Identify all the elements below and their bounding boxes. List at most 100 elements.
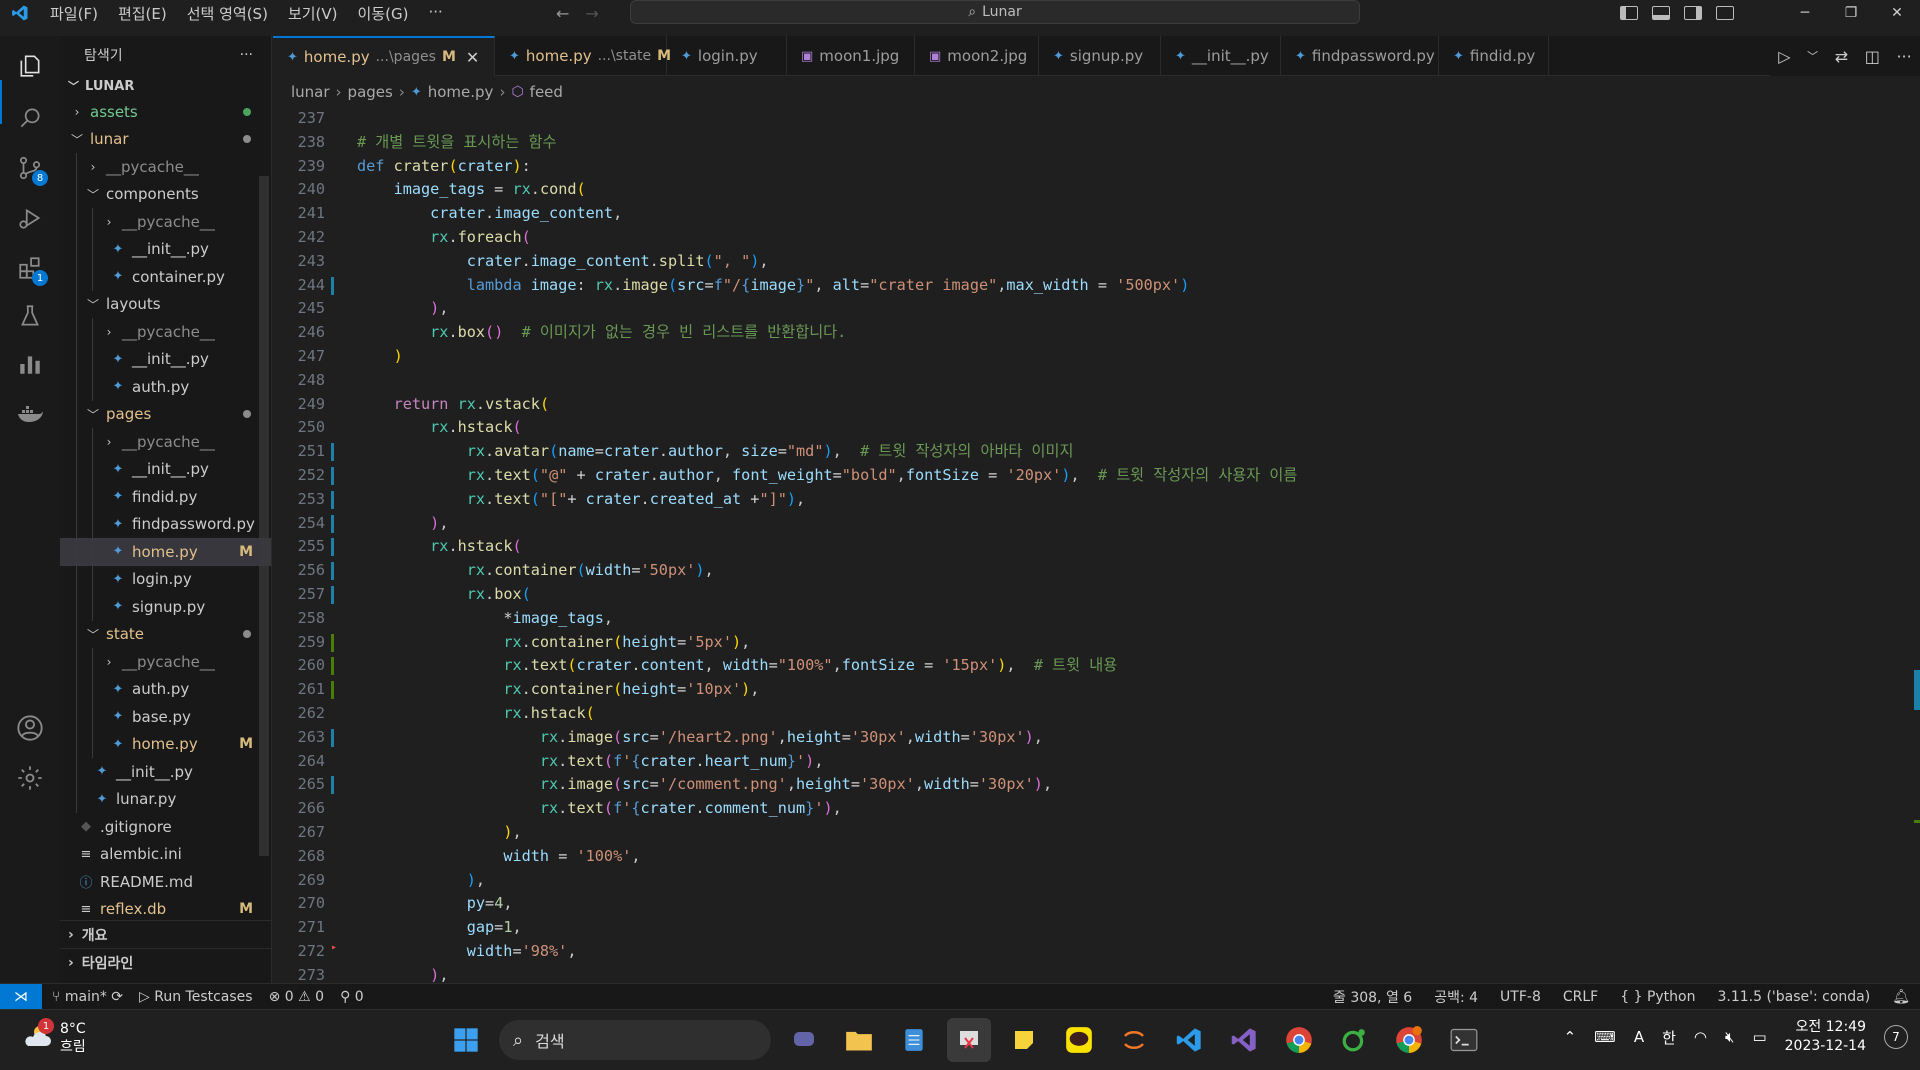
- notification-count[interactable]: 7: [1884, 1025, 1908, 1049]
- remote-indicator-icon[interactable]: ⋊: [0, 983, 42, 1010]
- menu-item[interactable]: 파일(F): [40, 3, 108, 24]
- tree-folder[interactable]: ﹀ lunar: [60, 126, 271, 154]
- tree-file[interactable]: ✦ signup.py: [60, 593, 271, 621]
- search-icon[interactable]: [14, 102, 46, 134]
- visual-studio-icon[interactable]: [1222, 1018, 1266, 1062]
- tree-folder[interactable]: › __pycache__: [60, 208, 271, 236]
- chevron-up-icon[interactable]: ⌃: [1564, 1028, 1577, 1046]
- file-explorer-icon[interactable]: [837, 1018, 881, 1062]
- outline-section[interactable]: › 개요: [60, 920, 271, 948]
- tree-file[interactable]: ✦ home.py M: [60, 730, 271, 758]
- tree-folder[interactable]: › assets: [60, 98, 271, 126]
- encoding[interactable]: UTF-8: [1500, 989, 1541, 1005]
- compare-changes-icon[interactable]: ⇄: [1835, 47, 1848, 66]
- menu-item[interactable]: 보기(V): [278, 3, 348, 24]
- tree-folder[interactable]: › __pycache__: [60, 153, 271, 181]
- menu-item[interactable]: ···: [418, 3, 452, 24]
- more-actions-icon[interactable]: ···: [240, 47, 253, 63]
- tree-file[interactable]: ≡ reflex.db M: [60, 896, 271, 924]
- tree-file[interactable]: ✦ __init__.py: [60, 455, 271, 483]
- chat-icon[interactable]: [782, 1018, 826, 1062]
- keyboard-icon[interactable]: ⌨: [1594, 1028, 1616, 1046]
- snipping-tool-icon[interactable]: [947, 1018, 991, 1062]
- back-arrow-icon[interactable]: ←: [556, 4, 569, 23]
- tree-folder[interactable]: › __pycache__: [60, 428, 271, 456]
- ports-status[interactable]: ⚲ 0: [340, 989, 364, 1005]
- taskbar-search[interactable]: ⌕ 검색: [499, 1020, 771, 1060]
- language-mode[interactable]: { } Python: [1620, 989, 1695, 1005]
- more-actions-icon[interactable]: ···: [1896, 47, 1911, 66]
- tree-file[interactable]: ✦ container.py: [60, 263, 271, 291]
- breadcrumb-item[interactable]: pages: [348, 83, 393, 101]
- explorer-icon[interactable]: [14, 50, 46, 82]
- app-green-icon[interactable]: [1332, 1018, 1376, 1062]
- menu-item[interactable]: 이동(G): [348, 3, 419, 24]
- toggle-sidebar-icon[interactable]: [1620, 6, 1638, 20]
- bell-icon[interactable]: 🔔︎: [1892, 989, 1910, 1005]
- tree-folder[interactable]: ﹀ pages: [60, 400, 271, 428]
- source-control-icon[interactable]: 8: [14, 152, 48, 186]
- tree-file[interactable]: ✦ findpassword.py: [60, 510, 271, 538]
- editor-tab[interactable]: ✦ findid.py: [1439, 36, 1549, 76]
- toggle-panel-icon[interactable]: [1652, 6, 1670, 20]
- problems-status[interactable]: ⊗ 0 ⚠ 0: [269, 989, 324, 1005]
- battery-icon[interactable]: ▭: [1752, 1028, 1766, 1046]
- tree-file[interactable]: ≡ alembic.ini: [60, 841, 271, 869]
- testing-icon[interactable]: [14, 300, 46, 332]
- speaker-muted-icon[interactable]: 🔇︎: [1725, 1028, 1734, 1046]
- code-editor[interactable]: 237 238 # 개별 트윗을 표시하는 함수 239 def crater(crat…: [273, 107, 1903, 983]
- editor-tab[interactable]: ✦ findpassword.py: [1281, 36, 1439, 76]
- chrome-icon[interactable]: [1277, 1018, 1321, 1062]
- toggle-secondary-sidebar-icon[interactable]: [1684, 6, 1702, 20]
- branch-status[interactable]: ⑂ main* ⟳: [52, 989, 123, 1005]
- kakaotalk-icon[interactable]: [1057, 1018, 1101, 1062]
- tree-folder[interactable]: ﹀ layouts: [60, 290, 271, 318]
- jupyter-icon[interactable]: [1112, 1018, 1156, 1062]
- run-testcases-button[interactable]: ▷ Run Testcases: [139, 989, 253, 1005]
- editor-tab[interactable]: ✦ __init__.py: [1161, 36, 1281, 76]
- sticky-notes-icon[interactable]: [1002, 1018, 1046, 1062]
- editor-tab[interactable]: ▣ moon1.jpg: [787, 36, 915, 76]
- run-file-icon[interactable]: ▷: [1778, 47, 1790, 66]
- tree-file[interactable]: ✦ base.py: [60, 703, 271, 731]
- restore-icon[interactable]: ❐: [1828, 5, 1874, 21]
- breadcrumb-item[interactable]: lunar: [291, 83, 330, 101]
- clock[interactable]: 오전 12:49 2023-12-14: [1785, 1018, 1866, 1056]
- sidebar-scrollbar[interactable]: [259, 176, 269, 856]
- editor-tab[interactable]: ✦ home.py ...\pages M ✕: [273, 36, 495, 76]
- vscode-icon[interactable]: [1167, 1018, 1211, 1062]
- cursor-position[interactable]: 줄 308, 열 6: [1333, 987, 1412, 1007]
- wifi-icon[interactable]: ◠: [1694, 1028, 1707, 1046]
- tree-folder[interactable]: ﹀ state: [60, 620, 271, 648]
- tree-folder[interactable]: › __pycache__: [60, 648, 271, 676]
- start-icon[interactable]: [444, 1018, 488, 1062]
- close-icon[interactable]: ✕: [466, 48, 479, 67]
- menu-item[interactable]: 선택 영역(S): [177, 3, 278, 24]
- forward-arrow-icon[interactable]: →: [585, 4, 598, 23]
- breadcrumb-item[interactable]: feed: [530, 83, 563, 101]
- line-ending[interactable]: CRLF: [1563, 989, 1598, 1005]
- ime-mode[interactable]: A: [1634, 1028, 1644, 1046]
- tree-folder[interactable]: › __pycache__: [60, 318, 271, 346]
- docker-icon[interactable]: [14, 398, 46, 430]
- breadcrumb-item[interactable]: home.py: [428, 83, 494, 101]
- ime-language[interactable]: 한: [1662, 1027, 1676, 1048]
- notepad-icon[interactable]: [892, 1018, 936, 1062]
- weather-widget[interactable]: 1 8°C 흐림: [22, 1018, 86, 1056]
- editor-tab[interactable]: ✦ signup.py: [1039, 36, 1161, 76]
- tree-file[interactable]: ✦ login.py: [60, 565, 271, 593]
- editor-tab[interactable]: ✦ login.py: [667, 36, 787, 76]
- close-window-icon[interactable]: ✕: [1874, 5, 1920, 21]
- indentation[interactable]: 공백: 4: [1434, 987, 1478, 1007]
- minimize-icon[interactable]: ─: [1782, 5, 1828, 21]
- tree-file[interactable]: ◆ .gitignore: [60, 813, 271, 841]
- run-debug-icon[interactable]: [14, 202, 46, 234]
- charts-icon[interactable]: [14, 348, 46, 380]
- terminal-icon[interactable]: [1442, 1018, 1486, 1062]
- tree-file[interactable]: ✦ __init__.py: [60, 758, 271, 786]
- tree-folder[interactable]: ﹀ components: [60, 180, 271, 208]
- tree-file[interactable]: ✦ auth.py: [60, 373, 271, 401]
- python-interpreter[interactable]: 3.11.5 ('base': conda): [1717, 989, 1870, 1005]
- tree-file[interactable]: ✦ findid.py: [60, 483, 271, 511]
- chrome-profile-icon[interactable]: [1387, 1018, 1431, 1062]
